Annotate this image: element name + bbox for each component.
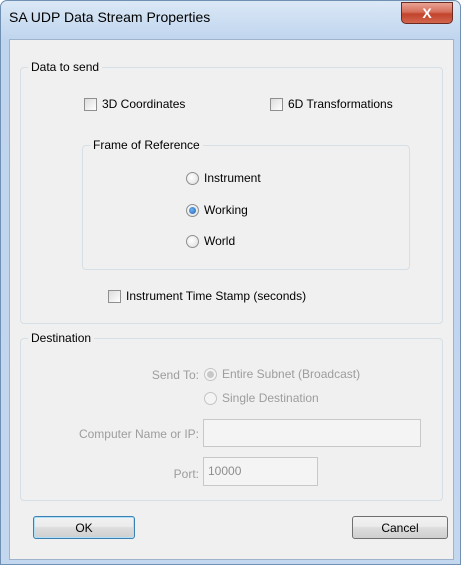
ok-button[interactable]: OK [33,516,135,539]
single-destination-label: Single Destination [222,391,319,405]
timestamp-checkbox-row[interactable]: Instrument Time Stamp (seconds) [108,289,306,303]
frame-of-reference-legend: Frame of Reference [93,138,200,152]
single-destination-radio[interactable] [204,391,217,405]
transforms-label: 6D Transformations [288,97,393,111]
timestamp-label: Instrument Time Stamp (seconds) [126,289,307,303]
window-title: SA UDP Data Stream Properties [9,9,211,25]
coords-checkbox-row[interactable]: 3D Coordinates [84,97,185,111]
cancel-button[interactable]: Cancel [352,516,448,539]
transforms-checkbox-row[interactable]: 6D Transformations [270,97,393,111]
dialog-client-area: Data to send 3D Coordinates 6D Transform… [9,39,454,560]
radio-row-instrument[interactable]: Instrument [186,171,261,185]
radio-row-world[interactable]: World [186,234,235,248]
broadcast-label: Entire Subnet (Broadcast) [222,367,361,381]
coords-label: 3D Coordinates [102,97,186,111]
computer-name-label: Computer Name or IP: [78,427,199,441]
world-label: World [204,234,236,248]
transforms-checkbox[interactable] [270,97,283,111]
dialog-window: SA UDP Data Stream Properties X Data to … [0,0,461,565]
send-to-label: Send To: [151,368,199,382]
instrument-radio[interactable] [186,171,199,185]
radio-row-broadcast[interactable]: Entire Subnet (Broadcast) [204,367,360,381]
computer-name-input[interactable] [203,419,421,447]
close-button[interactable]: X [401,2,453,24]
destination-legend: Destination [31,331,92,345]
radio-row-single-destination[interactable]: Single Destination [204,391,319,405]
broadcast-radio[interactable] [204,367,217,381]
world-radio[interactable] [186,234,199,248]
data-to-send-legend: Data to send [31,60,100,74]
port-label: Port: [173,467,199,481]
working-radio[interactable] [186,203,199,217]
port-input[interactable]: 10000 [203,457,318,486]
radio-row-working[interactable]: Working [186,203,248,217]
close-icon: X [422,5,432,21]
working-label: Working [204,203,248,217]
timestamp-checkbox[interactable] [108,289,121,303]
coords-checkbox[interactable] [84,97,97,111]
instrument-label: Instrument [204,171,261,185]
